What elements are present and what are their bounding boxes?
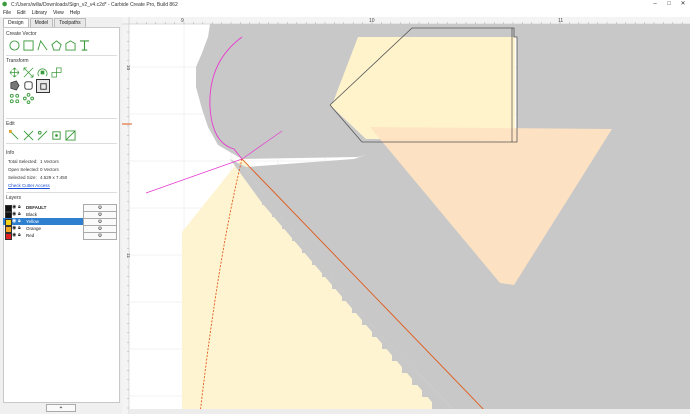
transform-tools-row-1 [8, 66, 64, 78]
array-icon[interactable] [8, 92, 20, 104]
weld-icon[interactable] [22, 79, 34, 91]
layer-name: Orange [26, 226, 42, 231]
ruler-top-label-9: 9 [181, 18, 184, 24]
mode-tabs: Design Model Toolpaths [3, 18, 87, 27]
transform-tools-row-3 [8, 92, 36, 104]
add-layer-button[interactable]: + [46, 404, 76, 412]
lock-icon[interactable]: 🔒︎ [18, 211, 21, 218]
section-info: Info [6, 150, 15, 156]
eye-icon[interactable]: ◉ [12, 218, 16, 225]
top-ruler [122, 17, 690, 24]
layer-name: Red [26, 233, 35, 238]
horizontal-scrollbar[interactable] [129, 409, 690, 414]
window-title: C:/Users/willa/Downloads/Sign_v2_v4.c2d*… [11, 1, 178, 8]
menu-help[interactable]: Help [70, 10, 80, 16]
ruler-top-label-10: 10 [369, 18, 375, 24]
layer-row[interactable]: ◉ 🔒︎ DEFAULT ⚙ [3, 204, 117, 212]
info-total-selected: Total Selected: 1 Vectors [8, 159, 59, 164]
circle-tool-icon[interactable] [8, 39, 20, 51]
close-button[interactable]: ✕ [676, 0, 690, 9]
menu-file[interactable]: File [3, 10, 11, 16]
section-layers: Layers [6, 195, 22, 201]
window-controls: – □ ✕ [648, 0, 690, 9]
eye-icon[interactable]: ◉ [12, 232, 16, 239]
eye-icon[interactable]: ◉ [12, 204, 16, 211]
ruler-left-label-11: 11 [126, 253, 131, 258]
layer-color-swatch[interactable] [5, 233, 12, 240]
app-logo-icon: ⬢ [2, 1, 8, 8]
join-icon[interactable] [50, 129, 62, 141]
lock-icon[interactable]: 🔒︎ [18, 218, 21, 225]
align-icon[interactable] [50, 66, 62, 78]
node-edit-icon[interactable] [8, 129, 20, 141]
lock-icon[interactable]: 🔒︎ [18, 232, 21, 239]
left-ruler [122, 17, 129, 414]
divider [6, 118, 117, 119]
polygon-tool-icon[interactable] [50, 39, 62, 51]
minimize-button[interactable]: – [648, 0, 662, 9]
layer-row[interactable]: ◉ 🔒︎ Yellow ⚙ [3, 218, 117, 226]
curve-tool-icon[interactable] [36, 39, 48, 51]
info-open-selected: Open Selected: 0 Vectors [8, 167, 59, 172]
info-selected-size: Selected Size: 4.529 x 7.450 [8, 175, 68, 180]
circular-array-icon[interactable] [22, 92, 34, 104]
layer-name: Black [26, 212, 38, 217]
menu-bar: File Edit Library View Help [0, 9, 690, 17]
lock-icon[interactable]: 🔒︎ [18, 225, 21, 232]
divider [6, 55, 117, 56]
polyline-tool-icon[interactable] [64, 39, 76, 51]
layer-name: Yellow [26, 219, 39, 224]
layer-settings-button[interactable]: ⚙ [83, 232, 117, 240]
transform-tools-row-2 [8, 79, 52, 93]
menu-library[interactable]: Library [32, 10, 47, 16]
menu-edit[interactable]: Edit [17, 10, 26, 16]
maximize-button[interactable]: □ [662, 0, 676, 9]
boolean-icon[interactable] [64, 129, 76, 141]
rotate-icon[interactable] [36, 66, 48, 78]
text-tool-icon[interactable] [78, 39, 90, 51]
layer-row[interactable]: ◉ 🔒︎ Orange ⚙ [3, 225, 117, 233]
layer-name: DEFAULT [26, 205, 47, 210]
eye-icon[interactable]: ◉ [12, 211, 16, 218]
layers-list: ◉ 🔒︎ DEFAULT ⚙ ◉ 🔒︎ Black ⚙ ◉ 🔒︎ Yellow ⚙ ◉ 🔒︎ Orange ⚙… [3, 204, 117, 240]
check-cutter-access-link[interactable]: Check Cutter Access [8, 183, 50, 188]
rectangle-tool-icon[interactable] [22, 39, 34, 51]
left-sidebar: Design Model Toolpaths Create Vector Tra… [0, 17, 122, 414]
divider [6, 143, 117, 144]
create-vector-tools [8, 39, 92, 51]
menu-view[interactable]: View [53, 10, 64, 16]
eye-icon[interactable]: ◉ [12, 225, 16, 232]
ruler-left-label-10: 10 [126, 65, 131, 71]
section-create-vector: Create Vector [6, 31, 37, 37]
layer-row[interactable]: ◉ 🔒︎ Red ⚙ [3, 232, 117, 240]
cut-icon[interactable] [36, 129, 48, 141]
section-edit: Edit [6, 121, 15, 127]
fillet-icon[interactable] [36, 79, 50, 93]
ruler-top-label-11: 11 [558, 18, 563, 24]
move-icon[interactable] [8, 66, 20, 78]
design-canvas[interactable]: 9 10 11 10 11 [122, 17, 690, 414]
divider [6, 192, 117, 193]
offset-icon[interactable] [8, 79, 20, 91]
scale-icon[interactable] [22, 66, 34, 78]
tab-toolpaths[interactable]: Toolpaths [54, 18, 86, 27]
tab-design[interactable]: Design [3, 18, 29, 27]
section-transform: Transform [6, 58, 29, 64]
trim-icon[interactable] [22, 129, 34, 141]
title-bar: ⬢ C:/Users/willa/Downloads/Sign_v2_v4.c2… [0, 0, 690, 9]
edit-tools [8, 129, 78, 141]
lock-icon[interactable]: 🔒︎ [18, 204, 21, 211]
tab-model[interactable]: Model [29, 18, 54, 27]
layer-row[interactable]: ◉ 🔒︎ Black ⚙ [3, 211, 117, 219]
